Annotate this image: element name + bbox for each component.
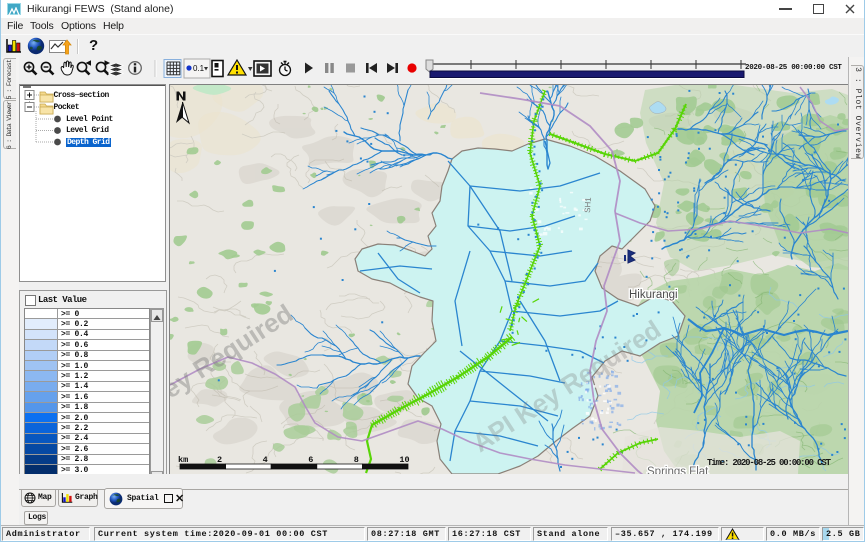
svg-text:2: 2: [217, 455, 222, 465]
svg-text:Time: 2020-08-25 00:00:00 CST: Time: 2020-08-25 00:00:00 CST: [707, 458, 832, 468]
svg-text:Hikurangi: Hikurangi: [629, 289, 678, 301]
svg-text:6: 6: [308, 455, 313, 465]
svg-text:Springs Flat: Springs Flat: [647, 466, 709, 474]
svg-text:8: 8: [354, 455, 359, 465]
svg-text:4: 4: [263, 455, 268, 465]
svg-text:km: km: [178, 455, 188, 465]
svg-text:0.1: 0.1: [193, 64, 205, 73]
svg-text:SH1: SH1: [583, 197, 593, 214]
svg-text:10: 10: [399, 455, 409, 465]
